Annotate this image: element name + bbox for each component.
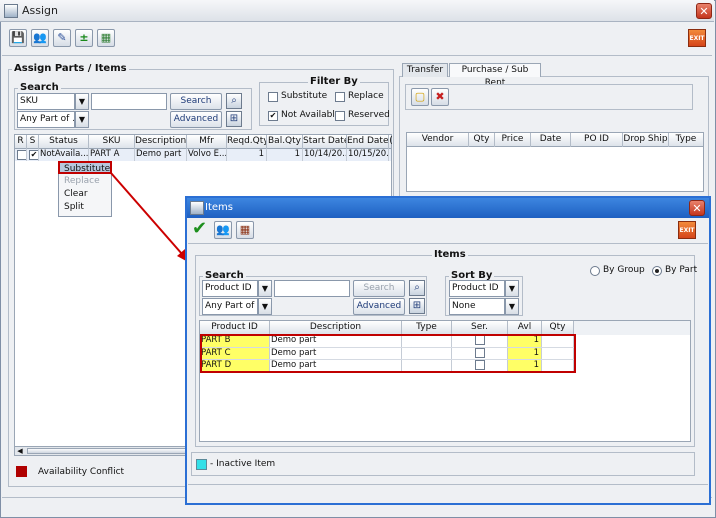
- items-title-bar: [187, 198, 709, 218]
- items-search-match-select[interactable]: Any Part of ...: [202, 298, 258, 315]
- sort-field-select[interactable]: Product ID: [449, 280, 505, 297]
- inactive-label: - Inactive Item: [210, 459, 276, 469]
- items-grid: Product ID Description Type Ser. Avl Qty…: [199, 320, 691, 442]
- people-icon[interactable]: 👥: [214, 221, 232, 239]
- dialog-icon: [190, 201, 204, 215]
- chevron-down-icon[interactable]: ▼: [505, 280, 519, 297]
- items-dialog-title: Items: [205, 202, 233, 213]
- items-search-field-select[interactable]: Product ID: [202, 280, 258, 297]
- rows-highlight-box: [200, 334, 576, 373]
- advanced-search-icon[interactable]: ⊞: [409, 298, 425, 314]
- confirm-check-icon[interactable]: ✔: [192, 219, 212, 239]
- col-product-id[interactable]: Product ID: [200, 321, 270, 335]
- col-description[interactable]: Description: [270, 321, 402, 335]
- items-exit-button[interactable]: EXIT: [678, 221, 696, 239]
- col-type[interactable]: Type: [402, 321, 452, 335]
- items-search-button[interactable]: Search: [353, 280, 405, 297]
- dialog-footer-divider: [188, 484, 708, 485]
- chevron-down-icon[interactable]: ▼: [505, 298, 519, 315]
- col-qty[interactable]: Qty: [542, 321, 574, 335]
- items-close-button[interactable]: ✕: [689, 200, 705, 216]
- search-icon[interactable]: ⌕: [409, 280, 425, 296]
- by-part-label: By Part: [665, 265, 698, 275]
- dialog-toolbar-divider: [188, 243, 708, 244]
- by-part-radio[interactable]: [652, 266, 662, 276]
- items-grid-header: Product ID Description Type Ser. Avl Qty: [200, 321, 690, 335]
- items-advanced-button[interactable]: Advanced: [353, 298, 405, 315]
- chevron-down-icon[interactable]: ▼: [258, 280, 272, 297]
- col-filler: [574, 321, 690, 335]
- col-ser[interactable]: Ser.: [452, 321, 508, 335]
- col-avl[interactable]: Avl: [508, 321, 542, 335]
- sort-order-select[interactable]: None: [449, 298, 505, 315]
- calculator-icon[interactable]: ▦: [236, 221, 254, 239]
- arrow-line: [110, 172, 183, 255]
- by-group-radio[interactable]: [590, 266, 600, 276]
- items-group-legend: Items: [432, 249, 468, 260]
- chevron-down-icon[interactable]: ▼: [258, 298, 272, 315]
- inactive-swatch: [196, 459, 207, 470]
- by-group-label: By Group: [603, 265, 645, 275]
- items-search-input[interactable]: [274, 280, 350, 297]
